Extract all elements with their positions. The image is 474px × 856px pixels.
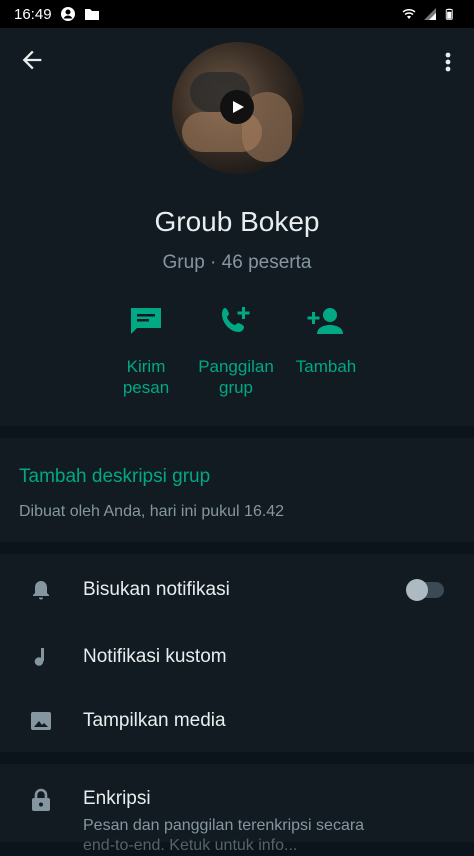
group-call-label-2: grup xyxy=(218,378,254,397)
description-section: Tambah deskripsi grup Dibuat oleh Anda, … xyxy=(0,438,474,542)
avatar-image-region xyxy=(182,112,262,152)
group-call-button[interactable]: Panggilan grup xyxy=(186,304,286,398)
add-person-icon xyxy=(307,308,343,334)
add-participant-button[interactable]: Tambah xyxy=(276,304,376,377)
group-call-label-1: Panggilan xyxy=(198,357,274,376)
send-message-label-1: Kirim xyxy=(126,357,166,376)
add-description-link[interactable]: Tambah deskripsi grup xyxy=(19,466,210,488)
lock-icon xyxy=(32,788,50,811)
send-message-button[interactable]: Kirim pesan xyxy=(96,304,196,398)
group-avatar[interactable] xyxy=(172,42,304,174)
mute-notifications-toggle[interactable] xyxy=(406,579,444,601)
more-options-button[interactable] xyxy=(438,48,458,76)
toggle-knob xyxy=(406,579,428,601)
back-button[interactable] xyxy=(18,46,46,74)
group-actions: Kirim pesan Panggilan grup Tambah xyxy=(110,304,370,404)
music-note-icon xyxy=(34,648,44,666)
encryption-description-line1: Pesan dan panggilan terenkripsi secara xyxy=(83,817,365,834)
signal-icon xyxy=(422,6,438,22)
settings-section: Bisukan notifikasi Notifikasi kustom Tam… xyxy=(0,554,474,752)
arrow-back-icon xyxy=(22,50,42,70)
account-circle-icon xyxy=(60,6,76,22)
wifi-icon xyxy=(400,6,416,22)
mute-notifications-label: Bisukan notifikasi xyxy=(83,579,230,600)
encryption-description-line2: end-to-end. Ketuk untuk info... xyxy=(83,837,298,854)
custom-notifications-label: Notifikasi kustom xyxy=(83,646,227,667)
bell-icon xyxy=(33,581,49,600)
status-bar: 16:49 xyxy=(0,0,474,28)
encryption-title: Enkripsi xyxy=(83,788,151,809)
group-header-section: Groub Bokep Grup · 46 peserta Kirim pesa… xyxy=(0,28,474,426)
folder-icon xyxy=(84,6,100,22)
created-by-text: Dibuat oleh Anda, hari ini pukul 16.42 xyxy=(19,503,285,520)
media-visibility-label: Tampilkan media xyxy=(83,710,226,731)
play-icon[interactable] xyxy=(220,90,254,124)
custom-notifications-row[interactable]: Notifikasi kustom xyxy=(0,625,474,689)
more-vert-icon xyxy=(445,52,451,72)
media-visibility-row[interactable]: Tampilkan media xyxy=(0,689,474,753)
encryption-section[interactable]: Enkripsi Pesan dan panggilan terenkripsi… xyxy=(0,764,474,854)
battery-icon xyxy=(444,6,460,22)
image-icon xyxy=(31,712,51,730)
add-call-icon xyxy=(222,307,250,332)
mute-notifications-row[interactable]: Bisukan notifikasi xyxy=(0,558,474,622)
group-name[interactable]: Groub Bokep xyxy=(0,206,474,238)
group-subtitle: Grup · 46 peserta xyxy=(162,252,312,273)
send-message-label-2: pesan xyxy=(122,378,170,397)
add-participant-label: Tambah xyxy=(295,357,357,376)
status-time: 16:49 xyxy=(14,5,52,23)
message-icon xyxy=(131,308,161,334)
